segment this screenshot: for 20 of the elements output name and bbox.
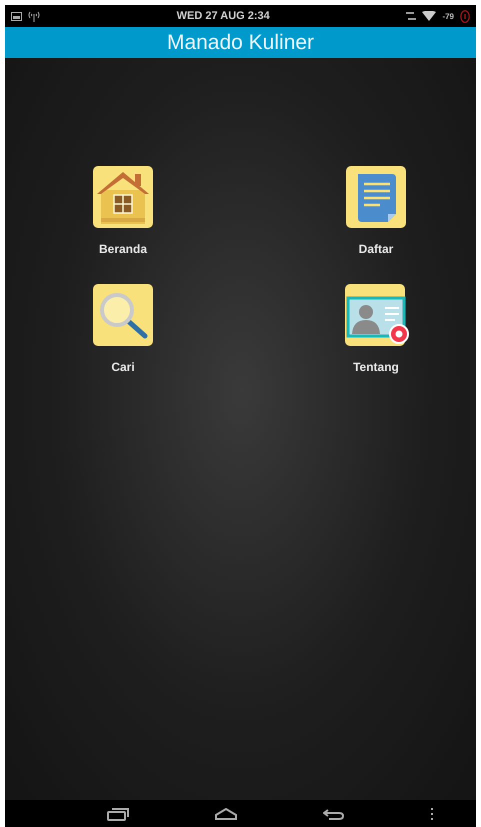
menu-item[interactable]: Tentang <box>326 282 426 374</box>
image-icon <box>11 12 22 20</box>
menu-item[interactable]: Beranda <box>73 164 173 256</box>
back-icon[interactable] <box>322 808 345 820</box>
data-arrows-icon <box>406 11 416 21</box>
menu-item[interactable]: Cari <box>73 282 173 374</box>
menu-item[interactable]: Daftar <box>326 164 426 256</box>
wifi-icon <box>422 11 436 21</box>
antenna-icon <box>28 10 40 22</box>
recent-apps-icon[interactable] <box>107 806 130 820</box>
signal-reading: -79 <box>442 12 454 20</box>
search-icon <box>91 282 155 348</box>
home-icon[interactable] <box>214 808 238 820</box>
battery-icon <box>460 10 470 22</box>
document-icon <box>344 164 408 230</box>
profile-card-icon <box>343 282 409 348</box>
status-time: WED 27 AUG 2:34 <box>176 10 271 22</box>
app-title: Manado Kuliner <box>166 30 314 54</box>
house-icon <box>91 164 155 230</box>
overflow-menu-icon[interactable] <box>430 808 434 820</box>
